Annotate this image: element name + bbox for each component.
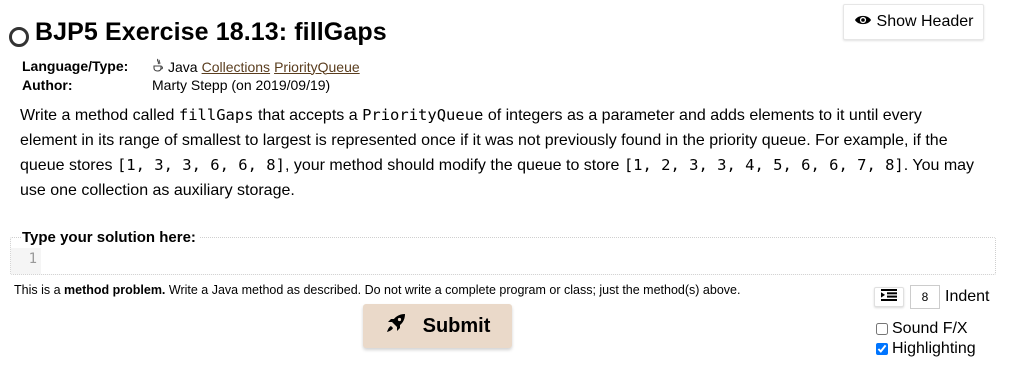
author-value: Marty Stepp (on 2019/09/19) — [152, 77, 331, 93]
code-example-input: [1, 3, 3, 6, 6, 8] — [116, 156, 285, 174]
tag-link-priorityqueue[interactable]: PriorityQueue — [274, 59, 360, 75]
sound-fx-label[interactable]: Sound F/X — [892, 320, 968, 338]
problem-description: Write a method called fillGaps that acce… — [20, 103, 980, 203]
code-input[interactable] — [41, 248, 995, 274]
indent-label: Indent — [945, 288, 990, 305]
highlighting-checkbox[interactable] — [876, 343, 888, 355]
description-text: , your method should modify the queue to… — [284, 157, 624, 174]
submit-label: Submit — [422, 314, 491, 337]
submit-button[interactable]: Submit — [363, 304, 512, 348]
editor-label: Type your solution here: — [22, 229, 200, 246]
language-type-label: Language/Type: — [22, 58, 129, 74]
problem-type-note: This is a method problem. Write a Java m… — [14, 283, 740, 297]
author-label: Author: — [22, 77, 73, 93]
indent-size-input[interactable] — [910, 285, 940, 309]
description-text: that accepts a — [253, 107, 363, 124]
show-header-button[interactable]: Show Header — [843, 4, 984, 40]
language-type-value: Java Collections PriorityQueue — [152, 58, 360, 75]
code-fillgaps: fillGaps — [178, 106, 254, 124]
note-prefix: This is a — [14, 283, 65, 297]
sound-fx-checkbox[interactable] — [876, 323, 888, 335]
show-header-label: Show Header — [876, 13, 974, 30]
highlighting-option: Highlighting — [876, 340, 976, 358]
page-title: BJP5 Exercise 18.13: fillGaps — [35, 18, 387, 46]
rocket-icon — [385, 312, 407, 340]
code-priorityqueue: PriorityQueue — [362, 106, 484, 124]
indent-icon — [881, 288, 897, 306]
line-number-gutter: 1 — [11, 248, 41, 274]
language-value: Java — [168, 58, 198, 75]
tag-link-collections[interactable]: Collections — [202, 59, 270, 75]
status-circle-icon — [9, 27, 29, 47]
note-bold: method problem. — [64, 283, 166, 297]
indent-button[interactable] — [874, 287, 904, 307]
note-suffix: Write a Java method as described. Do not… — [165, 283, 741, 297]
eye-icon — [854, 13, 872, 31]
java-icon — [152, 58, 164, 75]
highlighting-label[interactable]: Highlighting — [892, 340, 976, 358]
sound-fx-option: Sound F/X — [876, 320, 968, 338]
code-example-output: [1, 2, 3, 3, 4, 5, 6, 6, 7, 8] — [623, 156, 904, 174]
description-text: Write a method called — [20, 107, 179, 124]
